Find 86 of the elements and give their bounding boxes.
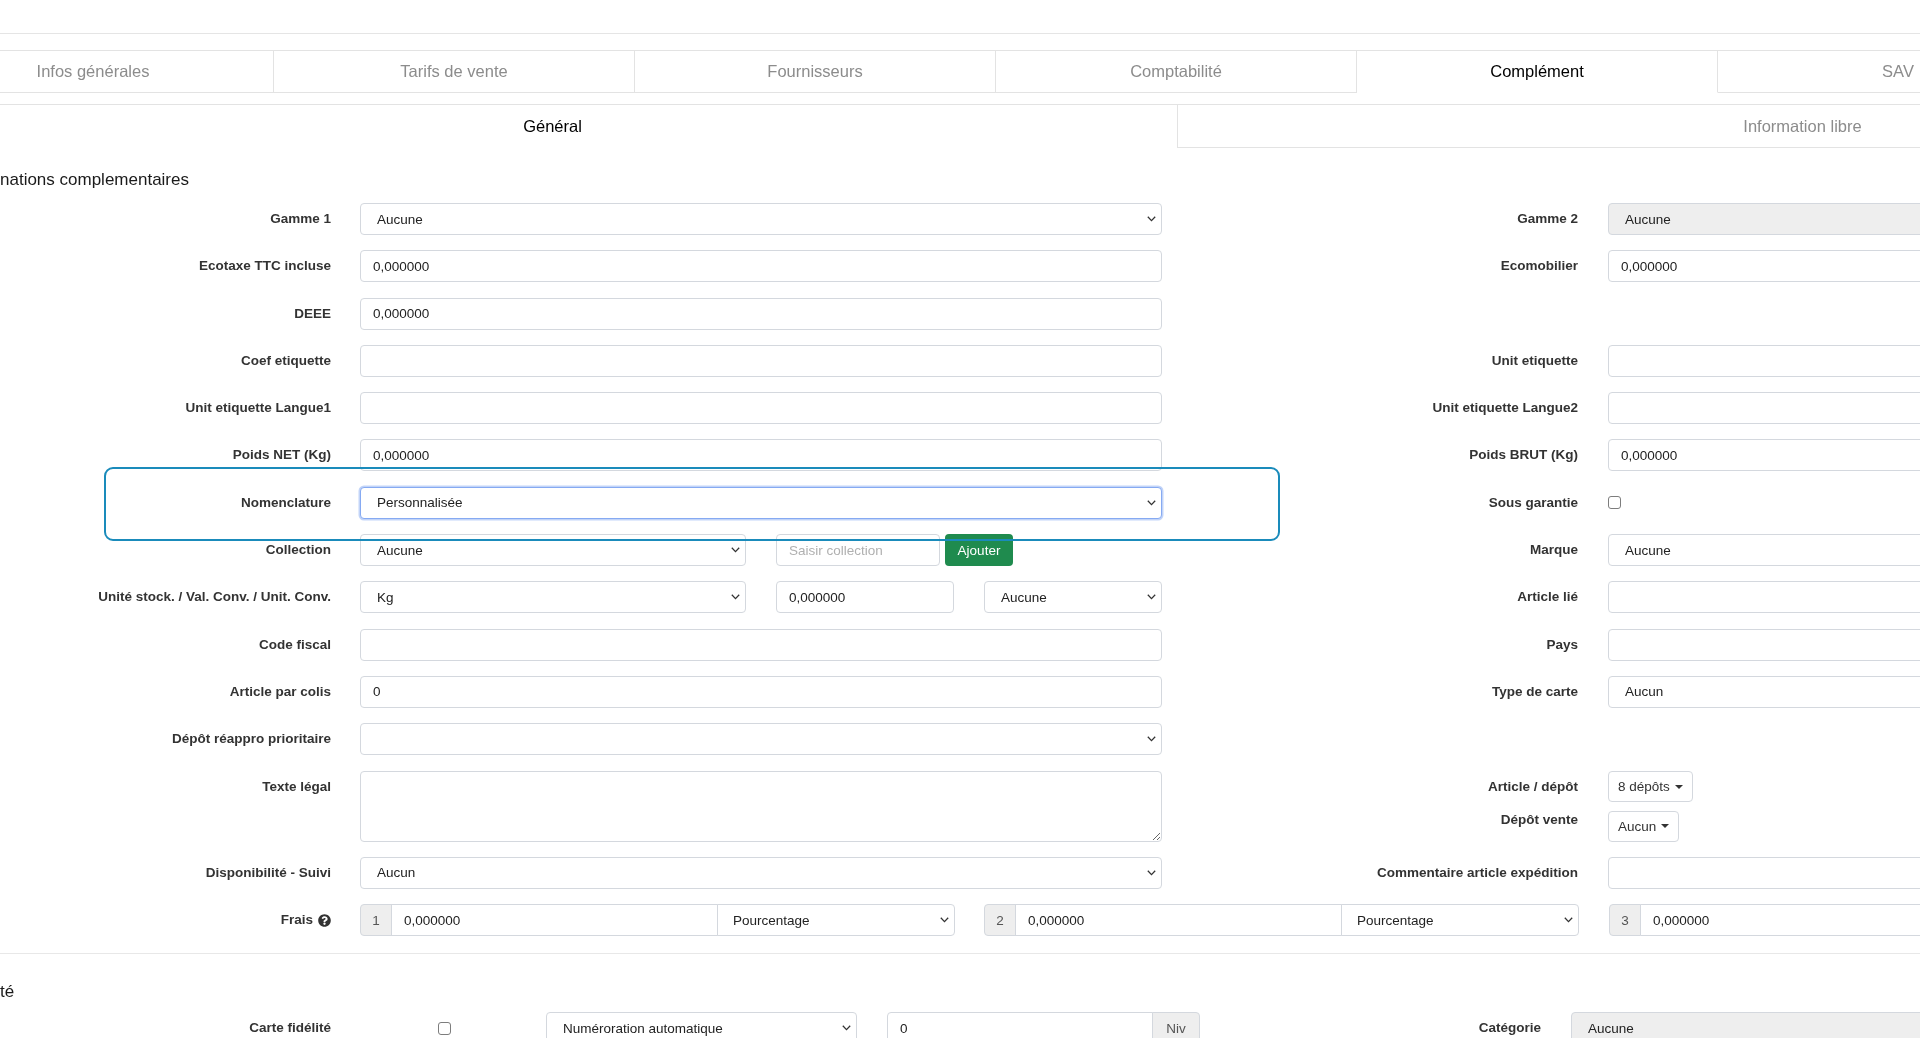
field-label: Dépôt réappro prioritaire	[171, 730, 331, 749]
chevron-icon	[1147, 594, 1156, 601]
chevron-icon	[940, 917, 949, 924]
field-label: Article / dépôt	[1488, 777, 1578, 796]
tab[interactable]: Général	[0, 104, 1177, 148]
text-field[interactable]: 0,000000	[776, 581, 954, 614]
field-label: Marque	[1530, 541, 1578, 560]
caret-icon	[1661, 824, 1670, 829]
help-icon[interactable]	[318, 913, 331, 927]
text-field[interactable]: 0,000000	[360, 297, 1162, 330]
caret-icon	[1674, 784, 1683, 789]
field-label: Pays	[1546, 635, 1578, 654]
addon-label: 1	[360, 904, 392, 937]
text-field[interactable]: Saisir collection	[776, 534, 940, 567]
text-field[interactable]: 0,000000	[1015, 904, 1342, 937]
field-label: Sous garantie	[1488, 493, 1578, 512]
select-field[interactable]: Aucun	[360, 856, 1162, 889]
checkbox[interactable]	[1608, 496, 1621, 510]
select-field[interactable]: Aucune	[1608, 534, 1920, 567]
text-field[interactable]: 0,000000	[391, 904, 718, 937]
chevron-icon	[1147, 869, 1156, 876]
text-area[interactable]	[360, 770, 1162, 842]
field-label: Dépôt vente	[1500, 810, 1578, 829]
chevron-icon	[731, 594, 740, 601]
field-label: Poids BRUT (Kg)	[1469, 446, 1578, 465]
field-label: Frais	[280, 911, 313, 930]
field-label: Gamme 1	[270, 210, 331, 228]
text-field[interactable]: 0	[360, 675, 1162, 708]
addon-label: 2	[984, 904, 1016, 937]
tab[interactable]: Complément	[1357, 50, 1718, 93]
chevron-icon	[1564, 917, 1573, 924]
select-field[interactable]: Aucune	[984, 581, 1162, 614]
field-label: Catégorie	[1478, 1019, 1541, 1038]
field-label: Unit etiquette Langue2	[1432, 399, 1578, 418]
field-label: Commentaire article expédition	[1376, 863, 1578, 882]
field-label: Nomenclature	[240, 493, 331, 512]
field-label: Article lié	[1517, 588, 1578, 607]
select-field[interactable]: Pourcentage	[1341, 904, 1579, 937]
field-label: Ecotaxe TTC incluse	[198, 257, 331, 276]
tab[interactable]: Comptabilité	[996, 50, 1357, 93]
select-field[interactable]: Aucun	[1608, 675, 1920, 708]
field-label: Gamme 2	[1517, 210, 1578, 228]
section-title: té	[0, 982, 15, 1003]
select-field[interactable]	[360, 723, 1162, 756]
text-field[interactable]	[360, 344, 1162, 377]
text-field[interactable]: 0,000000	[1640, 904, 1920, 937]
select-field[interactable]: Kg	[360, 581, 746, 614]
select-field[interactable]: Aucune	[360, 534, 746, 567]
select-field[interactable]: Personnalisée	[360, 486, 1162, 519]
chevron-icon	[842, 1025, 851, 1032]
text-field[interactable]	[360, 628, 1162, 661]
chevron-icon	[1147, 216, 1156, 222]
dropdown-button[interactable]: Aucun	[1608, 810, 1680, 842]
checkbox[interactable]	[438, 1021, 451, 1035]
field-label: Code fiscal	[258, 635, 331, 654]
field-label: DEEE	[294, 304, 331, 323]
field-label: Unit etiquette Langue1	[185, 399, 331, 418]
tab[interactable]: Information libre	[1177, 104, 1920, 148]
select-field[interactable]: Numéroration automatique	[546, 1012, 857, 1038]
text-field[interactable]	[360, 392, 1162, 425]
select-field[interactable]: Aucune	[360, 203, 1162, 235]
addon-label: 3	[1609, 904, 1641, 937]
field-label: Coef etiquette	[241, 351, 331, 370]
chevron-icon	[1147, 736, 1156, 743]
text-field[interactable]: 0,000000	[360, 250, 1162, 283]
text-field[interactable]: 0	[887, 1012, 1153, 1038]
field-label: Ecomobilier	[1500, 257, 1578, 276]
text-field[interactable]: 0,000000	[360, 439, 1162, 472]
chevron-icon	[1147, 499, 1156, 506]
text-field[interactable]: 0,000000	[1608, 250, 1920, 283]
field-label: Type de carte	[1491, 682, 1578, 701]
field-label: Disponibilité - Suivi	[205, 863, 331, 882]
field-label: Article par colis	[229, 682, 331, 701]
field-label: Collection	[265, 541, 331, 560]
text-field[interactable]: 0,000000	[1608, 439, 1920, 472]
dropdown-button[interactable]: 8 dépôts	[1608, 771, 1693, 803]
field-label: Carte fidélité	[249, 1019, 331, 1038]
chevron-icon	[731, 547, 740, 554]
addon-label: Niv	[1152, 1012, 1200, 1038]
field-label: Unité stock. / Val. Conv. / Unit. Conv.	[98, 588, 331, 607]
field-label: Poids NET (Kg)	[232, 446, 331, 465]
select-field[interactable]: Pourcentage	[717, 904, 955, 937]
field-label: Unit etiquette	[1491, 351, 1578, 370]
add-button[interactable]: Ajouter	[945, 534, 1013, 567]
section-title: nations complementaires	[0, 170, 189, 190]
field-label: Texte légal	[262, 777, 331, 796]
